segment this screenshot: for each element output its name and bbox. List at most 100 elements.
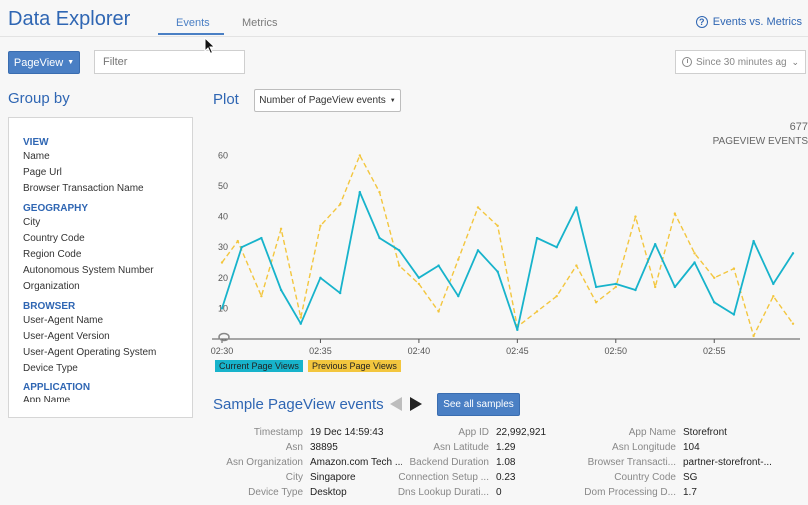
data-point-previous <box>260 294 263 298</box>
group-item-browser-transaction-name[interactable]: Browser Transaction Name <box>23 183 144 194</box>
time-range-select[interactable]: Since 30 minutes ago ⌄ <box>675 50 806 74</box>
legend-previous-page-views[interactable]: Previous Page Views <box>308 360 401 372</box>
samples-title: Sample PageView events <box>213 396 384 413</box>
data-point-current <box>417 276 421 280</box>
sample-attribute-label: Timestamp <box>253 427 303 438</box>
group-item-country-code[interactable]: Country Code <box>23 233 85 244</box>
data-point-current <box>555 246 558 249</box>
data-point-previous <box>653 285 657 289</box>
page-views-chart: 10203040506002:30 02:35 02:40 02:45 02:50 02:… <box>211 150 800 356</box>
plot-metric-select[interactable]: Number of PageView events ▼ <box>254 89 401 112</box>
group-item-device-type[interactable]: Device Type <box>23 363 78 374</box>
data-point-previous <box>594 301 598 304</box>
data-point-previous <box>791 322 795 325</box>
data-point-current <box>240 246 243 249</box>
sample-attribute-label: App ID <box>458 427 489 438</box>
data-point-previous <box>236 239 239 243</box>
data-point-previous <box>575 264 578 267</box>
legend-current-page-views[interactable]: Current Page Views <box>215 360 303 372</box>
group-item-region-code[interactable]: Region Code <box>23 249 81 260</box>
question-circle-icon: ? <box>695 16 708 28</box>
data-point-current <box>693 261 696 264</box>
data-point-previous <box>713 276 716 280</box>
data-point-previous <box>772 294 775 298</box>
x-tick-label: 02:55 <box>703 346 726 356</box>
plot-title: Plot <box>213 91 239 108</box>
sample-attribute-value: 1.29 <box>496 442 516 453</box>
data-point-previous <box>555 294 558 298</box>
x-tick-label: 02:50 <box>605 346 628 356</box>
data-point-previous <box>378 190 381 194</box>
event-type-dropdown-button[interactable]: PageView ▼ <box>8 51 80 74</box>
chevron-down-icon: ⌄ <box>791 56 799 67</box>
sample-attribute-label: Dom Processing D... <box>584 487 676 498</box>
plot-metric-label: Number of PageView events <box>259 95 386 106</box>
data-point-current <box>791 252 795 255</box>
group-item-page-url[interactable]: Page Url <box>23 167 62 178</box>
data-point-current <box>752 239 755 243</box>
sample-attribute-value: 0 <box>496 487 502 498</box>
events-vs-metrics-link[interactable]: ? Events vs. Metrics <box>695 16 802 28</box>
group-by-panel[interactable]: VIEW Name Page Url Browser Transaction N… <box>8 117 193 418</box>
data-point-current <box>338 291 342 295</box>
data-point-previous <box>279 227 283 231</box>
group-item-name[interactable]: Name <box>23 151 50 162</box>
x-tick-label: 02:40 <box>408 346 431 356</box>
data-point-previous <box>732 267 736 270</box>
data-point-current <box>772 282 775 286</box>
data-point-current <box>653 242 657 246</box>
sample-attribute-value: Storefront <box>683 427 727 438</box>
data-point-previous <box>614 285 617 289</box>
series-line-current-page-views <box>221 191 794 331</box>
sample-attribute-label: Dns Lookup Durati... <box>397 487 489 498</box>
sample-attribute-label: Asn Longitude <box>612 442 676 453</box>
group-item-city[interactable]: City <box>23 217 40 228</box>
group-item-user-agent-version[interactable]: User-Agent Version <box>23 331 110 342</box>
group-item-user-agent-name[interactable]: User-Agent Name <box>23 315 103 326</box>
group-category-geography: GEOGRAPHY <box>23 203 89 214</box>
active-tab-indicator <box>158 33 224 35</box>
data-point-current <box>732 313 736 316</box>
see-all-samples-button[interactable]: See all samples <box>437 393 520 416</box>
sample-attribute-label: Asn Organization <box>226 457 303 468</box>
data-point-previous <box>535 310 539 313</box>
sample-attribute-value: 22,992,921 <box>496 427 547 438</box>
data-point-previous <box>437 310 440 313</box>
data-point-previous <box>496 224 499 227</box>
sample-attribute-label: Asn Latitude <box>433 442 489 453</box>
y-tick-label: 20 <box>218 273 228 283</box>
data-point-previous <box>752 334 755 338</box>
data-point-current <box>457 294 460 298</box>
group-by-title: Group by <box>8 90 70 107</box>
data-point-previous <box>398 264 401 267</box>
data-point-current <box>220 307 224 310</box>
next-sample-arrow-icon[interactable] <box>410 397 422 411</box>
data-point-current <box>476 249 480 252</box>
data-point-current <box>535 236 539 240</box>
data-point-previous <box>476 206 480 209</box>
x-tick-label: 02:35 <box>309 346 332 356</box>
caret-down-icon: ▼ <box>389 97 396 104</box>
sample-attribute-value: 0.23 <box>496 472 516 483</box>
tab-metrics[interactable]: Metrics <box>242 17 277 29</box>
group-item-organization[interactable]: Organization <box>23 281 80 292</box>
group-item-app-name[interactable]: App Name <box>23 395 70 402</box>
y-tick-label: 60 <box>218 150 228 160</box>
sample-attribute-label: City <box>285 472 303 483</box>
data-point-current <box>614 282 617 286</box>
group-category-application: APPLICATION <box>23 382 91 393</box>
group-item-autonomous-system-number[interactable]: Autonomous System Number <box>23 265 154 276</box>
tab-events[interactable]: Events <box>176 17 210 29</box>
y-tick-label: 40 <box>218 212 228 222</box>
group-item-user-agent-os[interactable]: User-Agent Operating System <box>23 347 156 358</box>
sample-attribute-label: Country Code <box>614 472 676 483</box>
sample-attribute-label: Device Type <box>248 487 303 498</box>
data-point-previous <box>220 261 224 264</box>
group-category-browser: BROWSER <box>23 301 76 312</box>
filter-input[interactable] <box>94 50 245 74</box>
data-point-previous <box>673 212 677 215</box>
previous-sample-arrow-icon[interactable] <box>390 397 402 411</box>
x-tick-label: 02:30 <box>211 346 234 356</box>
sample-attribute-label: Asn <box>285 442 303 453</box>
sample-attribute-label: Browser Transacti... <box>587 457 676 468</box>
